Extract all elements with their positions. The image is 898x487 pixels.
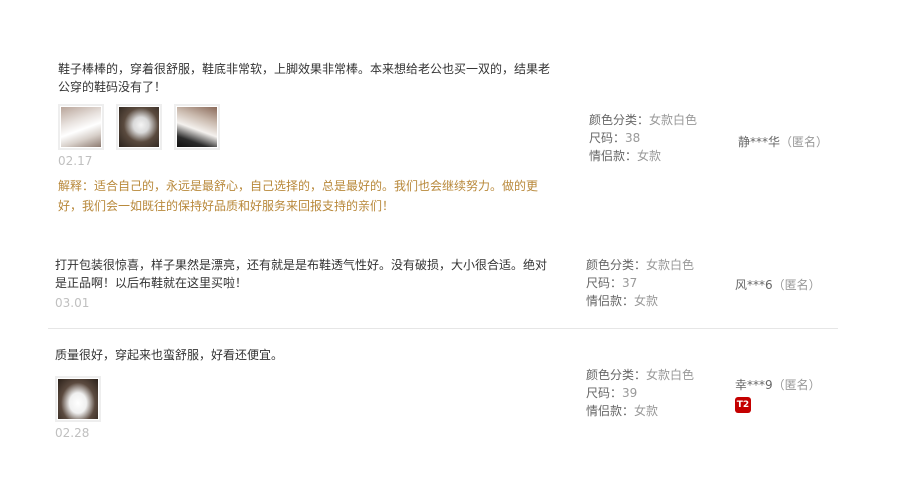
divider: [48, 328, 838, 329]
review-text: 鞋子棒棒的，穿着很舒服，鞋底非常软，上脚效果非常棒。本来想给老公也买一双的，结果…: [58, 62, 551, 94]
review-content: 质量很好，穿起来也蛮舒服，好看还便宜。 02.28: [55, 346, 550, 442]
size-value: 39: [622, 386, 638, 400]
couple-value: 女款: [634, 404, 659, 418]
sku-attributes: 颜色分类：女款白色 尺码：39 情侣款：女款: [586, 366, 694, 420]
sku-attributes: 颜色分类：女款白色 尺码：38 情侣款：女款: [589, 111, 697, 165]
review-photo[interactable]: [58, 104, 104, 150]
size-value: 37: [622, 276, 638, 290]
reviewer-name: 风***6: [735, 278, 773, 292]
size-label: 尺码：: [586, 386, 623, 400]
anonymous-tag: （匿名）: [780, 135, 829, 149]
review-date: 02.17: [58, 154, 93, 168]
color-label: 颜色分类：: [586, 368, 647, 382]
review-date: 02.28: [55, 426, 90, 440]
review-text: 打开包装很惊喜，样子果然是漂亮，还有就是是布鞋透气性好。没有破损，大小很合适。绝…: [55, 258, 548, 290]
review-photo[interactable]: [116, 104, 162, 150]
review-photos: [55, 376, 550, 422]
review-photo[interactable]: [174, 104, 220, 150]
color-value: 女款白色: [646, 368, 695, 382]
reviewer: 幸***9（匿名） T2: [735, 376, 821, 413]
size-label: 尺码：: [589, 131, 626, 145]
review-content: 鞋子棒棒的，穿着很舒服，鞋底非常软，上脚效果非常棒。本来想给老公也买一双的，结果…: [58, 60, 553, 216]
seller-reply: 解释：适合自己的，永远是最舒心，自己选择的，总是最好的。我们也会继续努力。做的更…: [58, 179, 539, 213]
color-label: 颜色分类：: [586, 258, 647, 272]
reviewer: 风***6（匿名）: [735, 276, 821, 293]
review-content: 打开包装很惊喜，样子果然是漂亮，还有就是是布鞋透气性好。没有破损，大小很合适。绝…: [55, 256, 550, 312]
anonymous-tag: （匿名）: [772, 278, 821, 292]
reviewer: 静***华（匿名）: [738, 133, 828, 150]
reviewer-name: 幸***9: [735, 378, 773, 392]
size-label: 尺码：: [586, 276, 623, 290]
review-date: 03.01: [55, 296, 90, 310]
color-value: 女款白色: [649, 113, 698, 127]
member-level-badge-icon: T2: [735, 397, 751, 413]
couple-value: 女款: [634, 294, 659, 308]
couple-label: 情侣款：: [586, 294, 635, 308]
size-value: 38: [625, 131, 641, 145]
color-label: 颜色分类：: [589, 113, 650, 127]
review-text: 质量很好，穿起来也蛮舒服，好看还便宜。: [55, 348, 284, 362]
color-value: 女款白色: [646, 258, 695, 272]
couple-label: 情侣款：: [586, 404, 635, 418]
couple-value: 女款: [637, 149, 662, 163]
review-photo[interactable]: [55, 376, 101, 422]
anonymous-tag: （匿名）: [772, 378, 821, 392]
sku-attributes: 颜色分类：女款白色 尺码：37 情侣款：女款: [586, 256, 694, 310]
review-photos: [58, 104, 553, 150]
couple-label: 情侣款：: [589, 149, 638, 163]
reviewer-name: 静***华: [738, 135, 781, 149]
